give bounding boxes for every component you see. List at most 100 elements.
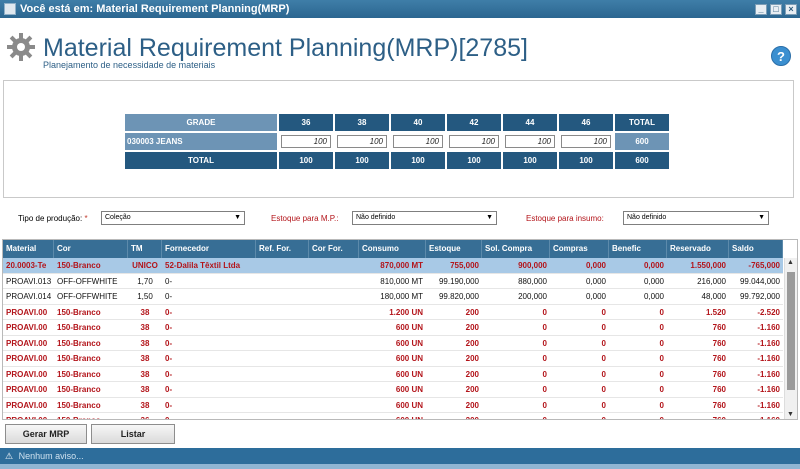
grade-qty-input[interactable]: 100 bbox=[449, 135, 499, 148]
cell-reservado: 1.520 bbox=[705, 307, 726, 317]
column-header-reservado[interactable]: Reservado bbox=[667, 240, 729, 258]
cell-saldo: -1.160 bbox=[757, 338, 780, 348]
column-header-material[interactable]: Material bbox=[3, 240, 54, 258]
mrp-grid[interactable]: Material Cor TM Fornecedor Ref. For. Cor For.… bbox=[2, 239, 798, 420]
grade-qty-input[interactable]: 100 bbox=[561, 135, 611, 148]
grade-qty-cell[interactable]: 100 bbox=[391, 133, 445, 150]
cell-cor: 150-Branco bbox=[57, 323, 101, 332]
listar-button[interactable]: Listar bbox=[91, 424, 175, 444]
window-titlebar: Você está em: Material Requirement Plann… bbox=[0, 0, 800, 18]
column-header-compras[interactable]: Compras bbox=[550, 240, 609, 258]
cell-material: PROAVI.014 bbox=[6, 292, 52, 301]
cell-ref-for bbox=[256, 305, 309, 320]
cell-estoque: 755,000 bbox=[450, 261, 479, 270]
cell-estoque: 200 bbox=[465, 307, 479, 317]
cell-reservado: 760 bbox=[712, 400, 726, 410]
scrollbar-thumb[interactable] bbox=[787, 272, 795, 390]
table-row[interactable]: PROAVI.00 150-Branco 38 0- 600 UN 200 0 0 0 760 -1… bbox=[3, 320, 783, 336]
grade-size: 44 bbox=[503, 114, 557, 131]
table-row[interactable]: PROAVI.014 OFF-OFFWHITE 1,50 0- 180,000 MT 99… bbox=[3, 289, 783, 305]
cell-consumo: 600 UN bbox=[395, 400, 423, 410]
cell-benefic: 0 bbox=[659, 323, 664, 332]
grade-footer-value: 100 bbox=[559, 152, 613, 169]
cell-reservado: 760 bbox=[712, 338, 726, 348]
grade-qty-input[interactable]: 100 bbox=[505, 135, 555, 148]
cell-benefic: 0,000 bbox=[643, 276, 664, 286]
table-row[interactable]: 20.0003-Te 150-Branco UNICO 52-Dalila Têxti… bbox=[3, 258, 783, 274]
grade-footer-value: 100 bbox=[503, 152, 557, 169]
scroll-down-icon[interactable]: ▼ bbox=[787, 411, 794, 418]
cell-sol-compra: 0 bbox=[542, 354, 547, 363]
column-header-sol-compra[interactable]: Sol. Compra bbox=[482, 240, 550, 258]
gear-icon bbox=[7, 33, 35, 61]
cell-cor-for bbox=[309, 413, 359, 419]
chevron-down-icon: ▼ bbox=[234, 214, 241, 221]
grade-qty-cell[interactable]: 100 bbox=[559, 133, 613, 150]
grade-qty-cell[interactable]: 100 bbox=[335, 133, 389, 150]
column-header-benefic[interactable]: Benefic bbox=[609, 240, 667, 258]
grade-total-header: TOTAL bbox=[615, 114, 669, 131]
tipo-producao-select[interactable]: Coleção ▼ bbox=[101, 211, 245, 225]
column-header-tm[interactable]: TM bbox=[128, 240, 162, 258]
cell-tm: 1,70 bbox=[137, 276, 153, 286]
estoque-mp-select[interactable]: Não definido ▼ bbox=[352, 211, 497, 225]
status-message: Nenhum aviso... bbox=[18, 451, 84, 461]
cell-material: PROAVI.00 bbox=[3, 413, 54, 419]
grade-size: 46 bbox=[559, 114, 613, 131]
cell-saldo: -1.160 bbox=[729, 413, 783, 419]
table-row[interactable]: PROAVI.00 150-Branco 38 0- 600 UN 200 0 0 0 760 -1… bbox=[3, 398, 783, 413]
column-header-cor[interactable]: Cor bbox=[54, 240, 128, 258]
estoque-insumo-select[interactable]: Não definido ▼ bbox=[623, 211, 769, 225]
cell-cor: OFF-OFFWHITE bbox=[57, 292, 118, 301]
grade-qty-cell[interactable]: 100 bbox=[279, 133, 333, 150]
grade-footer-value: 100 bbox=[279, 152, 333, 169]
table-row[interactable]: PROAVI.00150-Branco360-600 UN200000760-1… bbox=[3, 413, 783, 419]
maximize-icon[interactable]: □ bbox=[770, 3, 782, 15]
grade-qty-cell[interactable]: 100 bbox=[447, 133, 501, 150]
grade-qty-input[interactable]: 100 bbox=[281, 135, 331, 148]
scroll-up-icon[interactable]: ▲ bbox=[787, 259, 794, 266]
cell-cor-for bbox=[309, 382, 359, 397]
page-subtitle: Planejamento de necessidade de materiais bbox=[43, 60, 216, 70]
grade-qty-input[interactable]: 100 bbox=[393, 135, 443, 148]
grade-item-total: 600 bbox=[615, 133, 669, 150]
cell-saldo: 99.044,000 bbox=[739, 276, 780, 286]
status-bottom-strip bbox=[0, 464, 800, 469]
cell-estoque: 200 bbox=[426, 413, 482, 419]
column-header-fornecedor[interactable]: Fornecedor bbox=[162, 240, 256, 258]
cell-cor-for bbox=[309, 289, 359, 304]
grade-footer-total: 600 bbox=[615, 152, 669, 169]
column-header-cor-for[interactable]: Cor For. bbox=[309, 240, 359, 258]
cell-benefic: 0 bbox=[659, 385, 664, 394]
cell-reservado: 760 bbox=[667, 413, 729, 419]
column-header-consumo[interactable]: Consumo bbox=[359, 240, 426, 258]
grade-qty-input[interactable]: 100 bbox=[337, 135, 387, 148]
close-icon[interactable]: × bbox=[785, 3, 797, 15]
cell-saldo: -2.520 bbox=[757, 307, 780, 317]
cell-tm: 38 bbox=[140, 400, 150, 410]
estoque-mp-value: Não definido bbox=[356, 214, 396, 221]
cell-sol-compra: 0 bbox=[542, 400, 547, 410]
vertical-scrollbar[interactable]: ▲ ▼ bbox=[784, 258, 797, 419]
minimize-icon[interactable]: _ bbox=[755, 3, 767, 15]
column-header-ref-for[interactable]: Ref. For. bbox=[256, 240, 309, 258]
table-row[interactable]: PROAVI.00 150-Branco 38 0- 600 UN 200 0 0 0 760 -1… bbox=[3, 382, 783, 398]
column-header-saldo[interactable]: Saldo bbox=[729, 240, 783, 258]
cell-reservado: 216,000 bbox=[697, 276, 726, 286]
gerar-mrp-button[interactable]: Gerar MRP bbox=[5, 424, 87, 444]
cell-compras: 0 bbox=[601, 338, 606, 348]
table-row[interactable]: PROAVI.00 150-Branco 38 0- 1.200 UN 200 0 0 0 1.5… bbox=[3, 305, 783, 320]
table-row[interactable]: PROAVI.00 150-Branco 38 0- 600 UN 200 0 0 0 760 -1… bbox=[3, 367, 783, 382]
grade-qty-cell[interactable]: 100 bbox=[503, 133, 557, 150]
cell-cor-for bbox=[309, 398, 359, 413]
cell-fornecedor: 52-Dalila Têxtil Ltda bbox=[165, 261, 241, 270]
table-row[interactable]: PROAVI.013 OFF-OFFWHITE 1,70 0- 810,000 MT 99… bbox=[3, 274, 783, 289]
column-header-estoque[interactable]: Estoque bbox=[426, 240, 482, 258]
cell-material: PROAVI.013 bbox=[6, 276, 52, 286]
help-icon[interactable]: ? bbox=[771, 46, 791, 66]
table-row[interactable]: PROAVI.00 150-Branco 38 0- 600 UN 200 0 0 0 760 -1… bbox=[3, 351, 783, 367]
table-row[interactable]: PROAVI.00 150-Branco 38 0- 600 UN 200 0 0 0 760 -1… bbox=[3, 336, 783, 351]
cell-saldo: -1.160 bbox=[757, 323, 780, 332]
cell-tm: UNICO bbox=[132, 261, 158, 270]
cell-benefic: 0 bbox=[659, 369, 664, 379]
